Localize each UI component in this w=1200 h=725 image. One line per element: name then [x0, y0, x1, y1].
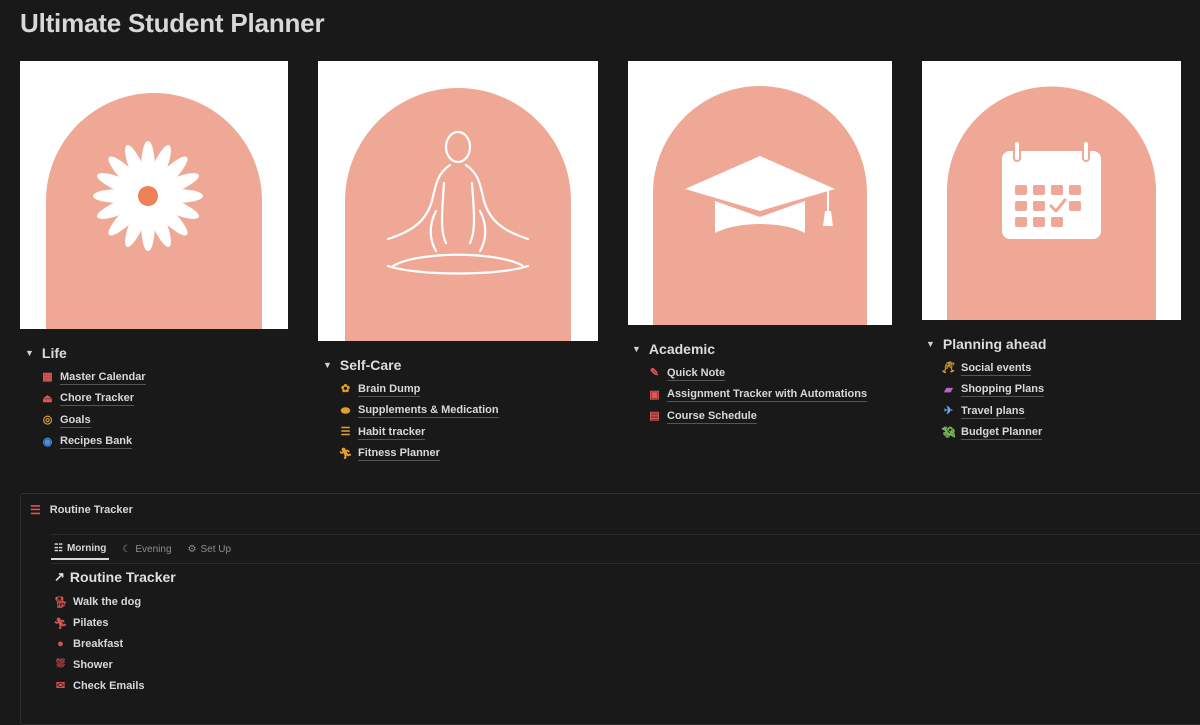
list-item[interactable]: ✉ Check Emails [54, 675, 145, 696]
section-academic: ▼ Academic ✎ Quick Note ▣ Assignment Tra… [632, 341, 868, 428]
shopping-bags-icon: ▰ [944, 383, 953, 396]
toggle-arrow-icon[interactable]: ▼ [632, 344, 641, 354]
target-icon: ◎ [42, 414, 53, 427]
list-item[interactable]: ● Breakfast [54, 634, 145, 655]
meditation-icon [345, 88, 571, 341]
academic-cover-image[interactable] [628, 61, 892, 325]
link-travel-plans[interactable]: ✈ Travel plans [942, 401, 1046, 423]
link-quick-note[interactable]: ✎ Quick Note [648, 363, 867, 385]
section-academic-toggle[interactable]: ▼ Academic [632, 341, 867, 357]
routine-tracker-title[interactable]: ↗ Routine Tracker [54, 569, 176, 585]
section-self-care: ▼ Self-Care ✿ Brain Dump ⬬ Supplements &… [323, 357, 499, 465]
link-brain-dump[interactable]: ✿ Brain Dump [339, 379, 499, 401]
link-goals[interactable]: ◎ Goals [41, 410, 146, 432]
backpack-icon: ▣ [649, 388, 660, 401]
calendar-check-icon [947, 86, 1156, 320]
gear-icon: ⚙ [187, 543, 197, 555]
link-assignment-tracker[interactable]: ▣ Assignment Tracker with Automations [648, 385, 868, 407]
section-planning-ahead-toggle[interactable]: ▼ Planning ahead [926, 336, 1046, 352]
link-social-events[interactable]: 🥂︎ Social events [942, 358, 1046, 380]
plate-icon: ◉ [42, 435, 53, 448]
hanger-icon: ⏏ [42, 392, 53, 405]
routine-tracker-header-label: Routine Tracker [49, 504, 133, 516]
page-title: Ultimate Student Planner [20, 8, 325, 38]
section-life-toggle[interactable]: ▼ Life [25, 345, 146, 361]
list-item[interactable]: 🏃︎ Pilates [54, 613, 145, 634]
routine-tracker-panel: ☰ Routine Tracker ☷ Morning ☾ Evening ⚙ … [20, 493, 1200, 725]
tab-evening[interactable]: ☾ Evening [119, 544, 174, 559]
link-budget-planner[interactable]: 💸︎ Budget Planner [942, 423, 1046, 445]
running-icon: 🏃︎ [338, 447, 353, 460]
list-icon: ☷ [54, 542, 63, 554]
link-recipes-bank[interactable]: ◉ Recipes Bank [41, 432, 146, 454]
running-icon: 🏃︎ [53, 617, 68, 630]
checklist-icon: ☰ [340, 426, 351, 439]
link-shopping-plans[interactable]: ▰ Shopping Plans [942, 380, 1046, 402]
routine-tracker-header[interactable]: ☰ Routine Tracker [21, 494, 1200, 526]
tab-set-up[interactable]: ⚙ Set Up [185, 544, 235, 559]
section-life: ▼ Life ▦ Master Calendar ⏏ Chore Tracker… [25, 345, 146, 453]
schedule-icon: ▤ [649, 410, 660, 423]
money-icon: 💸︎ [941, 426, 956, 439]
graduation-cap-icon [653, 86, 867, 325]
section-self-care-title: Self-Care [339, 357, 402, 373]
section-academic-title: Academic [648, 341, 716, 357]
dog-icon: 🐕︎ [53, 596, 68, 609]
apple-icon: ● [57, 637, 64, 650]
link-chore-tracker[interactable]: ⏏ Chore Tracker [41, 389, 146, 411]
self-care-cover-image[interactable] [318, 61, 598, 341]
link-fitness-planner[interactable]: 🏃︎ Fitness Planner [339, 444, 499, 466]
brain-icon: ✿ [340, 383, 351, 396]
link-course-schedule[interactable]: ▤ Course Schedule [648, 406, 867, 428]
link-master-calendar[interactable]: ▦ Master Calendar [41, 367, 146, 389]
link-supplements-medication[interactable]: ⬬ Supplements & Medication [339, 401, 499, 423]
tab-morning[interactable]: ☷ Morning [51, 542, 110, 560]
view-tabs: ☷ Morning ☾ Evening ⚙ Set Up [51, 534, 1200, 564]
calendar-icon: ▦ [42, 371, 53, 384]
list-item[interactable]: 🐕︎ Walk the dog [54, 592, 145, 613]
toggle-arrow-icon[interactable]: ▼ [926, 339, 935, 349]
routine-list: 🐕︎ Walk the dog 🏃︎ Pilates ● Breakfast ⛆… [54, 592, 145, 696]
note-icon: ✎ [649, 367, 660, 380]
cheers-icon: 🥂︎ [941, 362, 956, 375]
section-planning-ahead-title: Planning ahead [942, 336, 1047, 352]
section-self-care-toggle[interactable]: ▼ Self-Care [323, 357, 499, 373]
checklist-icon: ☰ [30, 503, 41, 517]
pill-icon: ⬬ [340, 404, 351, 417]
toggle-arrow-icon[interactable]: ▼ [25, 348, 34, 358]
airplane-icon: ✈ [943, 405, 954, 418]
shower-icon: ⛆ [56, 658, 65, 671]
life-cover-image[interactable] [20, 61, 288, 329]
toggle-arrow-icon[interactable]: ▼ [323, 360, 332, 370]
arrow-up-right-icon: ↗ [54, 569, 65, 584]
moon-icon: ☾ [122, 543, 132, 555]
planning-ahead-cover-image[interactable] [922, 61, 1181, 320]
section-planning-ahead: ▼ Planning ahead 🥂︎ Social events ▰ Shop… [926, 336, 1046, 444]
list-item[interactable]: ⛆ Shower [54, 654, 145, 675]
envelope-icon: ✉ [55, 680, 66, 693]
section-life-title: Life [41, 345, 67, 361]
daisy-icon [46, 93, 262, 329]
link-habit-tracker[interactable]: ☰ Habit tracker [339, 422, 499, 444]
